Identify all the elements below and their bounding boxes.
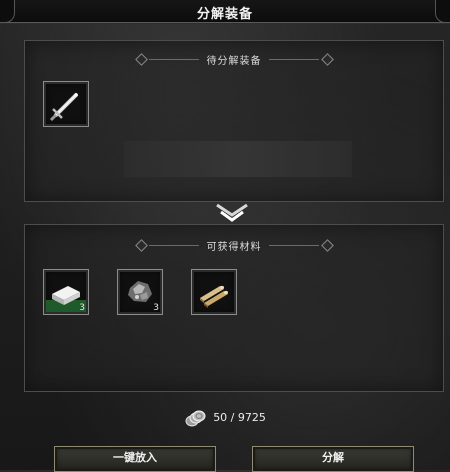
material-slot-3[interactable] xyxy=(191,269,237,315)
title-bar-right-cap xyxy=(435,0,450,23)
materials-panel: 可获得材料 3 3 xyxy=(24,224,444,392)
equipment-section-header: 待分解装备 xyxy=(25,51,443,67)
materials-section-title: 可获得材料 xyxy=(206,242,262,253)
wood-planks-icon xyxy=(200,285,228,308)
put-all-button[interactable]: 一键放入 xyxy=(54,446,216,472)
dagger-icon xyxy=(49,93,78,122)
material-count: 3 xyxy=(79,303,85,313)
decompose-button[interactable]: 分解 xyxy=(252,446,414,472)
equipment-section-title: 待分解装备 xyxy=(206,56,262,67)
equipment-name-blurred xyxy=(124,141,352,177)
coin-stack-icon xyxy=(185,410,206,426)
title-bar: 分解装备 xyxy=(0,0,450,23)
currency-amount: 50 / 9725 xyxy=(213,411,266,424)
material-slot-1[interactable]: 3 xyxy=(43,269,89,315)
chevron-down-icon xyxy=(216,203,248,222)
currency-display: 50 / 9725 xyxy=(0,407,450,426)
material-count: 3 xyxy=(153,303,159,313)
materials-section-header: 可获得材料 xyxy=(25,237,443,253)
material-slot-2[interactable]: 3 xyxy=(117,269,163,315)
equipment-slot[interactable] xyxy=(43,81,89,127)
window-title: 分解装备 xyxy=(196,7,253,22)
equipment-panel: 待分解装备 xyxy=(24,40,444,202)
